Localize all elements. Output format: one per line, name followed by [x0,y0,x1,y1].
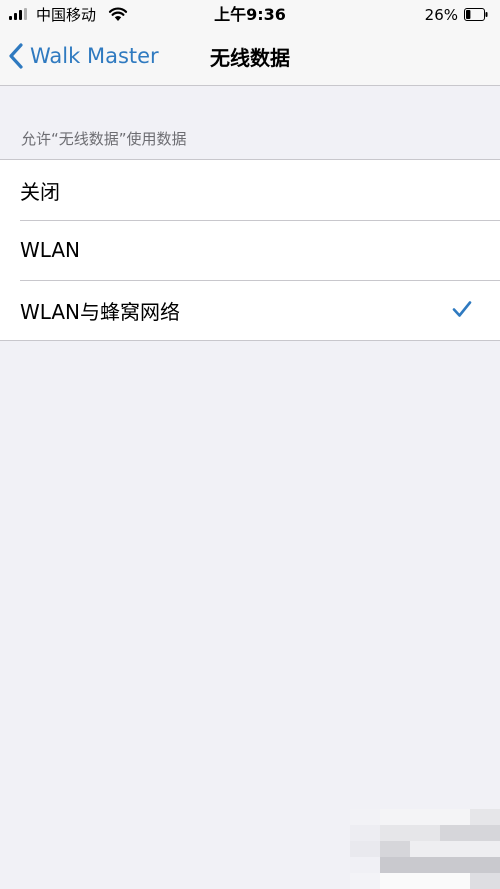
option-label: WLAN与蜂窝网络 [20,299,181,324]
option-wlan[interactable]: WLAN [0,220,500,280]
back-button-label: Walk Master [30,44,159,68]
section-header: 允许“无线数据”使用数据 [21,130,187,148]
option-label: 关闭 [20,179,60,204]
checkmark-icon [452,301,472,317]
option-label: WLAN [20,238,81,262]
navigation-bar: Walk Master 无线数据 [0,30,500,86]
battery-icon [464,8,488,21]
options-list: 关闭 WLAN WLAN与蜂窝网络 [0,159,500,341]
battery-percent: 26% [424,6,458,24]
status-bar: 中国移动 上午9:36 26% [0,0,500,30]
option-wlan-and-cellular[interactable]: WLAN与蜂窝网络 [0,280,500,340]
option-off[interactable]: 关闭 [0,160,500,220]
watermark [350,809,500,889]
chevron-left-icon [9,43,23,69]
back-button[interactable]: Walk Master [8,40,159,72]
